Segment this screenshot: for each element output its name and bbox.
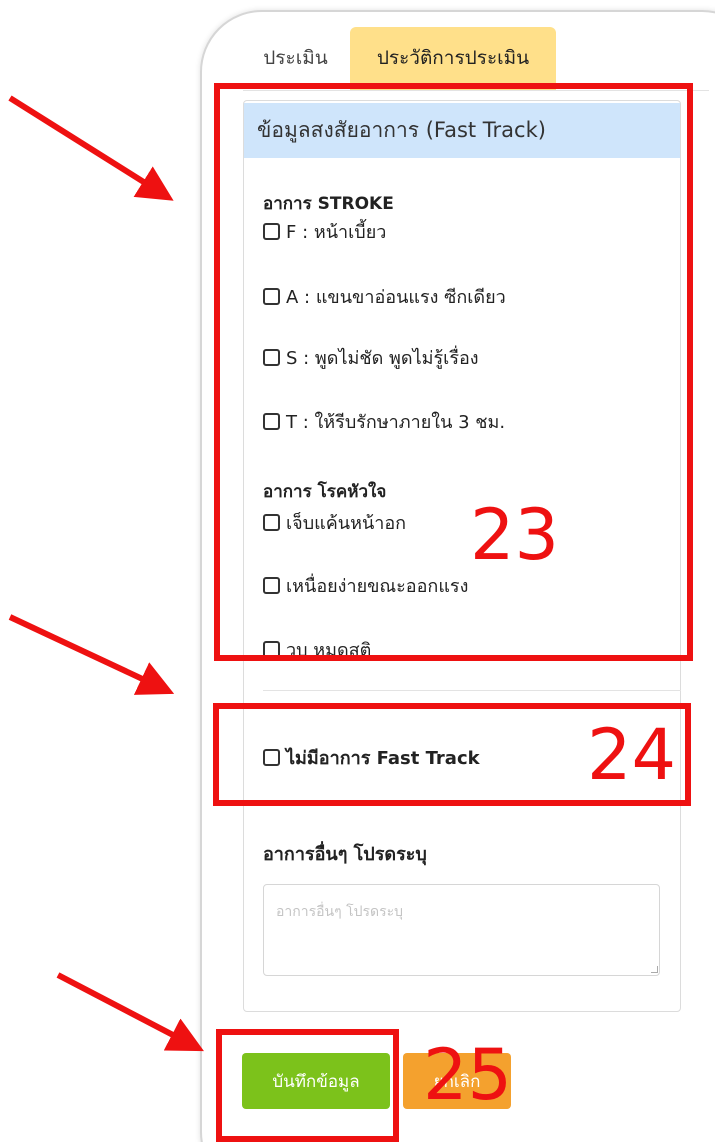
annotation-arrows: [8, 95, 204, 1052]
arrow-icon: [8, 614, 175, 695]
screenshot-stage: ประเมิน ประวัติการประเมิน ข้อมูลสงสัยอาก…: [0, 0, 715, 1142]
arrow-icon: [56, 972, 204, 1052]
arrow-icon: [8, 95, 174, 201]
